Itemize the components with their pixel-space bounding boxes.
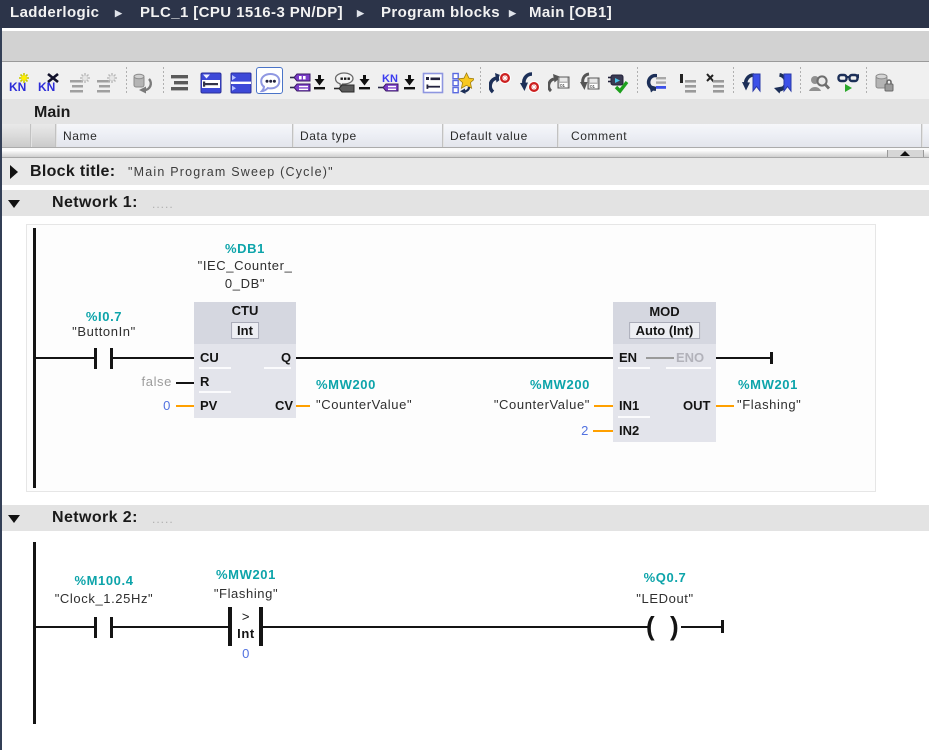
svg-text:KN: KN — [38, 80, 55, 94]
svg-text:KN: KN — [382, 73, 398, 85]
svg-text:01: 01 — [590, 84, 596, 89]
svg-text:01: 01 — [560, 83, 566, 88]
